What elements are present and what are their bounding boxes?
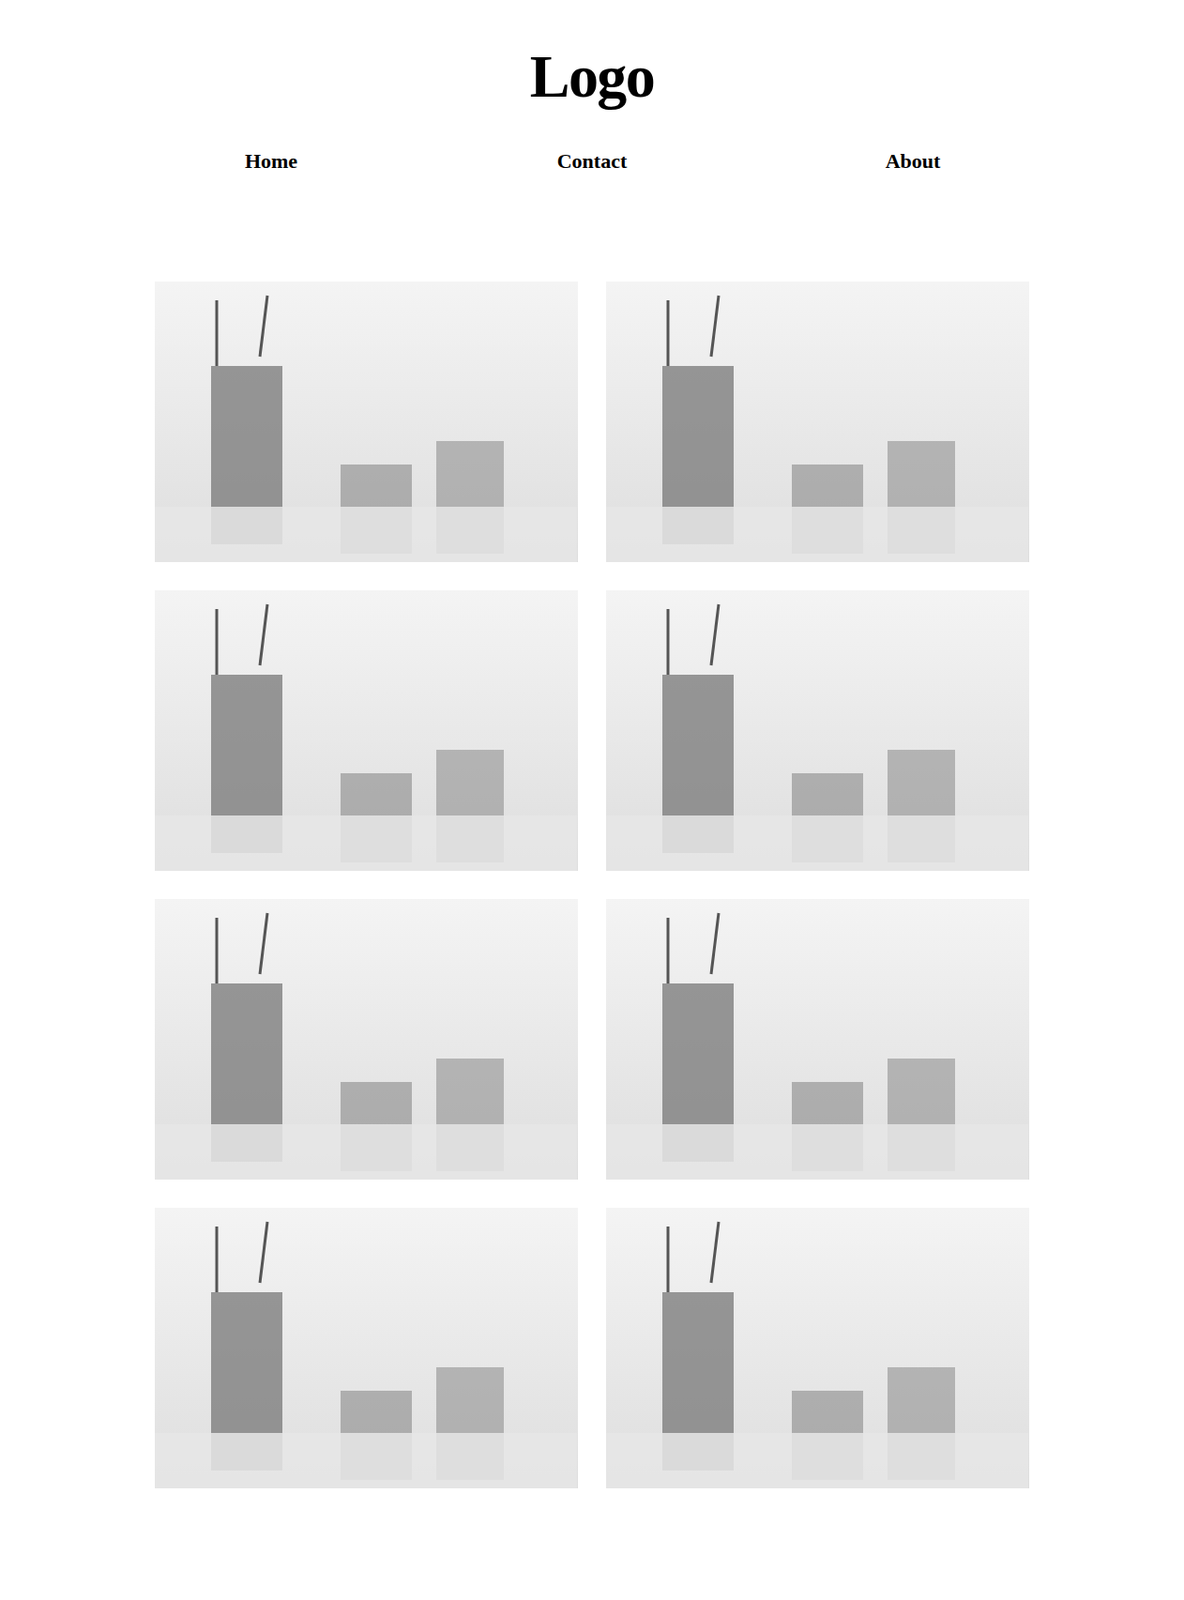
gallery-photo bbox=[154, 590, 578, 871]
page: Logo HomeContactAbout bbox=[0, 0, 1184, 1600]
city-fog-icon bbox=[606, 590, 1029, 871]
city-fog-icon bbox=[606, 898, 1029, 1180]
nav-link[interactable]: About bbox=[752, 148, 1074, 175]
city-fog-icon bbox=[606, 281, 1029, 562]
gallery-photo bbox=[606, 281, 1030, 562]
nav-link[interactable]: Home bbox=[110, 148, 432, 175]
gallery bbox=[154, 281, 1030, 1582]
nav: HomeContactAbout bbox=[110, 148, 1074, 175]
city-fog-icon bbox=[154, 1207, 577, 1488]
city-fog-icon bbox=[154, 281, 577, 562]
gallery-photo bbox=[154, 281, 578, 562]
gallery-photo bbox=[606, 1207, 1030, 1488]
header: Logo HomeContactAbout bbox=[0, 0, 1184, 175]
city-fog-icon bbox=[606, 1207, 1029, 1488]
city-fog-icon bbox=[154, 898, 577, 1180]
gallery-photo bbox=[154, 898, 578, 1180]
nav-link[interactable]: Contact bbox=[431, 148, 753, 175]
logo[interactable]: Logo bbox=[530, 46, 654, 107]
gallery-photo bbox=[154, 1207, 578, 1488]
gallery-photo bbox=[606, 590, 1030, 871]
city-fog-icon bbox=[154, 590, 577, 871]
gallery-photo bbox=[606, 898, 1030, 1180]
